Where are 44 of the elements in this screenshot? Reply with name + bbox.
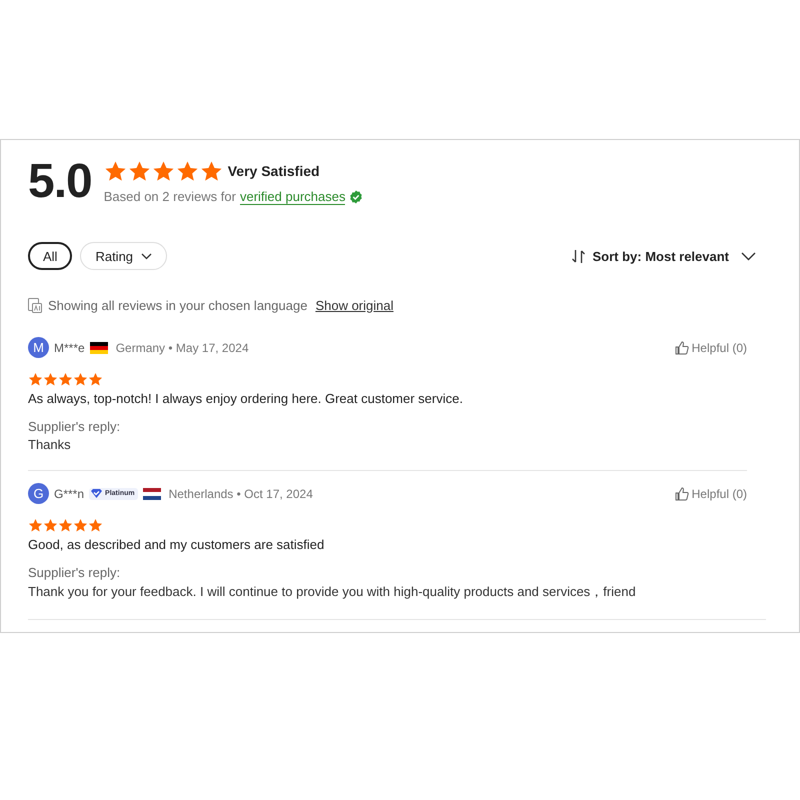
verified-badge-icon bbox=[349, 190, 364, 204]
avatar: G bbox=[28, 483, 49, 504]
star-icon bbox=[176, 160, 199, 182]
reply-label: Supplier's reply: bbox=[28, 565, 122, 580]
star-icon bbox=[152, 160, 175, 182]
helpful-button[interactable]: Helpful (0) bbox=[674, 486, 747, 500]
star-icon bbox=[73, 372, 88, 387]
reply-label: Supplier's reply: bbox=[28, 419, 122, 434]
supplier-reply: Thank you for your feedback. I will continue to provide you with high-quality products and services，friend bbox=[28, 583, 637, 601]
star-icon bbox=[73, 518, 88, 533]
chevron-down-icon bbox=[741, 252, 756, 260]
star-icon bbox=[128, 160, 151, 182]
star-icon bbox=[104, 160, 127, 182]
translate-icon bbox=[28, 298, 42, 313]
star-icon bbox=[58, 518, 73, 533]
review-text: Good, as described and my customers are satisfied bbox=[28, 537, 326, 552]
star-icon bbox=[28, 372, 43, 387]
filter-chip[interactable]: Rating bbox=[80, 242, 168, 270]
reviewer-name: G***n bbox=[54, 486, 84, 500]
rating-label: Very Satisfied bbox=[228, 163, 320, 179]
supplier-reply: Thanks bbox=[28, 437, 72, 452]
helpful-button[interactable]: Helpful (0) bbox=[674, 340, 747, 354]
thumbs-up-icon bbox=[674, 486, 689, 500]
rating-score: 5.0 bbox=[28, 158, 92, 206]
show-original-link[interactable]: Show original bbox=[315, 298, 394, 313]
review-text: As always, top-notch! I always enjoy ordering here. Great customer service. bbox=[28, 391, 464, 406]
star-icon bbox=[43, 372, 58, 387]
review-count-text: Based on 2 reviews for bbox=[104, 189, 236, 204]
review-meta: Germany • May 17, 2024 bbox=[116, 340, 249, 354]
avatar: M bbox=[28, 337, 49, 358]
filter-chip[interactable]: All bbox=[28, 242, 72, 270]
sort-icon bbox=[571, 248, 586, 264]
star-icon bbox=[43, 518, 58, 533]
star-icon bbox=[58, 372, 73, 387]
reviewer-name: M***e bbox=[54, 340, 85, 354]
star-icon bbox=[88, 518, 103, 533]
review-meta: Netherlands • Oct 17, 2024 bbox=[168, 486, 313, 500]
star-icon bbox=[88, 372, 103, 387]
star-icon bbox=[28, 518, 43, 533]
star-icon bbox=[200, 160, 223, 182]
language-notice: Showing all reviews in your chosen language bbox=[48, 298, 308, 313]
thumbs-up-icon bbox=[674, 340, 689, 354]
verified-purchases-link[interactable]: verified purchases bbox=[240, 188, 346, 204]
sort-dropdown[interactable]: Sort by: Most relevant bbox=[565, 248, 762, 264]
